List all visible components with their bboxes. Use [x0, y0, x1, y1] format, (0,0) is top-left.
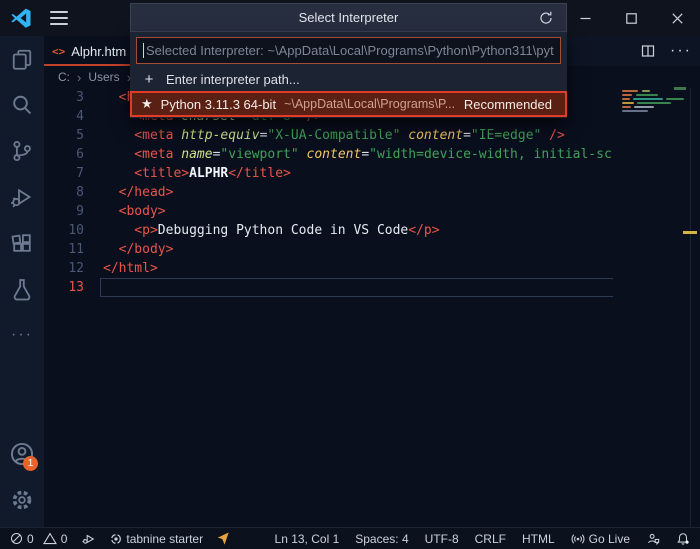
- account-badge: 1: [23, 456, 38, 471]
- line-text: </head>: [103, 185, 174, 200]
- live-share-icon[interactable]: [646, 532, 660, 546]
- code-line-5[interactable]: 5 <meta http-equiv="X-UA-Compatible" con…: [44, 126, 613, 145]
- status-bar: 0 0 tabnine starter Ln 13, Col 1 Spaces:…: [0, 527, 700, 549]
- account-icon[interactable]: 1: [0, 431, 44, 477]
- search-icon[interactable]: [0, 82, 44, 128]
- line-number: 4: [76, 109, 84, 124]
- interpreter-input-value: Selected Interpreter: ~\AppData\Local\Pr…: [146, 43, 554, 58]
- quickpick-item-enter-path[interactable]: + Enter interpreter path...: [130, 68, 567, 91]
- code-line-12[interactable]: 12 </html>: [44, 259, 613, 278]
- breadcrumb-folder[interactable]: Users: [88, 70, 119, 84]
- line-number: 5: [76, 128, 84, 143]
- menu-icon[interactable]: [50, 11, 68, 25]
- star-icon: ★: [141, 96, 153, 111]
- vscode-logo-icon: [10, 7, 32, 29]
- code-editor[interactable]: 3 <head>4 <meta charset="utf-8" />5 <met…: [44, 88, 613, 527]
- quickpick-title-label: Select Interpreter: [298, 10, 399, 25]
- go-live-label: Go Live: [588, 531, 630, 546]
- line-text: <meta name="viewport" content="width=dev…: [103, 147, 612, 162]
- tab-label: Alphr.htm: [71, 43, 127, 59]
- cursor-pointer-icon: [215, 529, 233, 547]
- line-col-indicator[interactable]: Ln 13, Col 1: [275, 532, 340, 546]
- extensions-icon[interactable]: [0, 220, 44, 266]
- activity-bar: ··· 1: [0, 36, 44, 527]
- line-number: 11: [68, 242, 84, 257]
- breadcrumb-drive[interactable]: C:: [58, 70, 70, 84]
- warning-count: 0: [60, 531, 68, 546]
- encoding-indicator[interactable]: UTF-8: [425, 532, 459, 546]
- recommended-badge: Recommended: [463, 96, 552, 112]
- maximize-button[interactable]: [608, 0, 654, 36]
- ruler-cursor-mark: [683, 231, 697, 234]
- settings-gear-icon[interactable]: [0, 477, 44, 523]
- quickpick-item-path: ~\AppData\Local\Programs\P...: [284, 97, 456, 111]
- quickpick-item-label: Python 3.11.3 64-bit: [160, 96, 277, 112]
- source-control-icon[interactable]: [0, 128, 44, 174]
- line-number: 9: [76, 204, 84, 219]
- warning-icon: [42, 532, 57, 545]
- line-number: 12: [68, 261, 84, 276]
- tabnine-label: tabnine starter: [126, 531, 204, 546]
- error-count: 0: [27, 531, 34, 546]
- line-text: </html>: [103, 261, 158, 276]
- language-mode-indicator[interactable]: HTML: [522, 532, 555, 546]
- explorer-icon[interactable]: [0, 36, 44, 82]
- editor-more-icon[interactable]: ···: [670, 43, 692, 59]
- window-controls: [562, 0, 700, 36]
- line-number: 3: [76, 90, 84, 105]
- plus-icon: +: [144, 71, 154, 88]
- code-line-13[interactable]: 13: [44, 278, 613, 297]
- tabnine-icon: [111, 533, 122, 544]
- line-number: 10: [68, 223, 84, 238]
- code-line-10[interactable]: 10 <p>Debugging Python Code in VS Code</…: [44, 221, 613, 240]
- testing-icon[interactable]: [0, 266, 44, 312]
- more-actions-icon[interactable]: ···: [0, 312, 44, 358]
- line-text: </body>: [103, 242, 174, 257]
- notifications-bell-icon[interactable]: [676, 532, 690, 546]
- text-caret: [143, 43, 144, 58]
- minimize-button[interactable]: [562, 0, 608, 36]
- line-number: 13: [68, 280, 84, 295]
- code-line-7[interactable]: 7 <title>ALPHR</title>: [44, 164, 613, 183]
- indentation-indicator[interactable]: Spaces: 4: [355, 532, 408, 546]
- debug-status-icon[interactable]: [81, 532, 96, 546]
- overview-ruler: [690, 88, 691, 527]
- code-line-9[interactable]: 9 <body>: [44, 202, 613, 221]
- code-line-11[interactable]: 11 </body>: [44, 240, 613, 259]
- line-number: 8: [76, 185, 84, 200]
- tabnine-status[interactable]: tabnine starter: [110, 532, 203, 546]
- split-editor-icon[interactable]: [640, 43, 656, 59]
- refresh-icon[interactable]: [538, 10, 554, 26]
- interpreter-input[interactable]: Selected Interpreter: ~\AppData\Local\Pr…: [136, 37, 561, 64]
- run-debug-icon[interactable]: [0, 174, 44, 220]
- broadcast-icon: [571, 533, 585, 544]
- activity-bar-bottom: 1: [0, 431, 44, 523]
- line-number: 7: [76, 166, 84, 181]
- eol-indicator[interactable]: CRLF: [475, 532, 506, 546]
- quickpick-panel: Selected Interpreter: ~\AppData\Local\Pr…: [130, 32, 567, 118]
- tab-alphr-html[interactable]: <> Alphr.htm: [44, 36, 136, 66]
- vscode-window: { "window": { "controls": { "minimize": …: [0, 0, 700, 549]
- ruler-change-mark: [674, 87, 686, 90]
- line-text: <title>ALPHR</title>: [103, 166, 291, 181]
- line-text: <meta http-equiv="X-UA-Compatible" conte…: [103, 128, 565, 143]
- code-line-8[interactable]: 8 </head>: [44, 183, 613, 202]
- problems-indicator[interactable]: 0 0: [10, 532, 67, 546]
- html-file-icon: <>: [52, 44, 66, 58]
- line-text: <body>: [103, 204, 166, 219]
- editor-actions: ···: [640, 36, 692, 66]
- line-text: <p>Debugging Python Code in VS Code</p>: [103, 223, 440, 238]
- line-number: 6: [76, 147, 84, 162]
- close-button[interactable]: [654, 0, 700, 36]
- quickpick-item-python-recommended[interactable]: ★ Python 3.11.3 64-bit ~\AppData\Local\P…: [130, 91, 567, 117]
- chevron-right-icon: ›: [77, 69, 82, 85]
- minimap[interactable]: [618, 88, 690, 130]
- quickpick-item-label: Enter interpreter path...: [166, 72, 300, 87]
- error-icon: [10, 532, 23, 545]
- go-live-button[interactable]: Go Live: [571, 532, 630, 546]
- code-line-6[interactable]: 6 <meta name="viewport" content="width=d…: [44, 145, 613, 164]
- quickpick-title: Select Interpreter: [130, 3, 567, 32]
